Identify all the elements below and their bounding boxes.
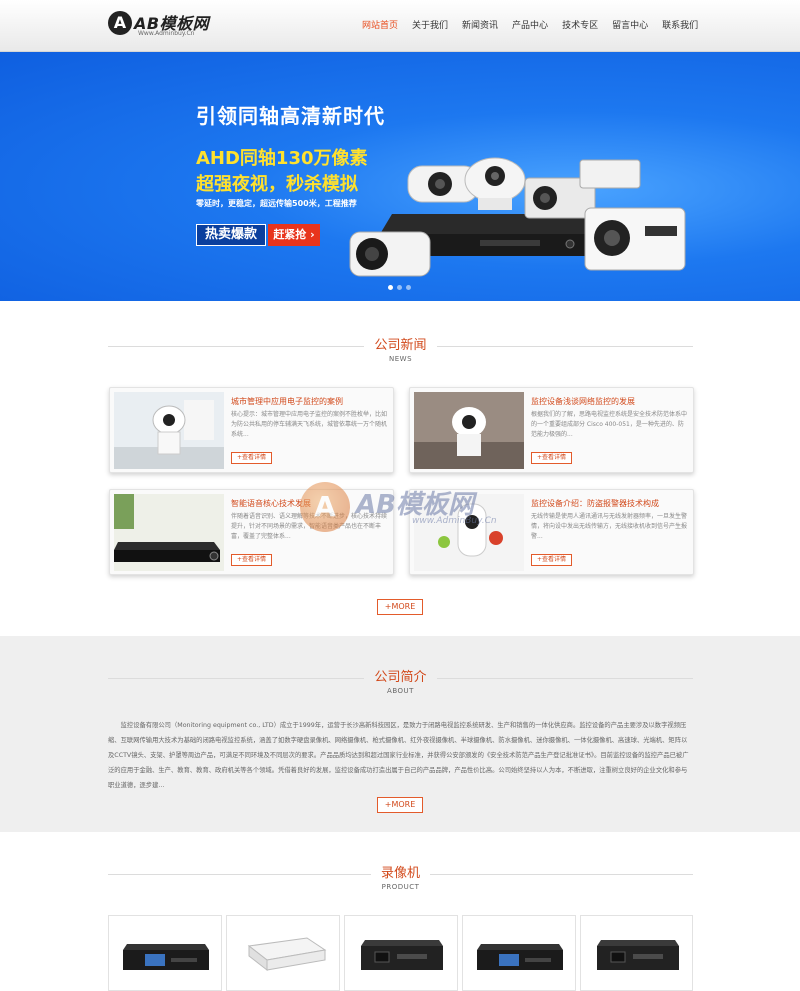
product-card[interactable] bbox=[462, 915, 576, 991]
product-card[interactable] bbox=[344, 915, 458, 991]
site-logo[interactable]: A AB模板网 Www.Adminbuy.Cn bbox=[108, 10, 218, 42]
news-card[interactable]: 智能语音核心技术发展 伴随着语音识别、语义理解等技术不断进步，核心技术持续提升，… bbox=[109, 489, 394, 575]
slide-dot-2[interactable] bbox=[397, 285, 402, 290]
about-title: 公司简介 bbox=[364, 666, 437, 685]
banner-line-2: 超强夜视，秒杀模拟 bbox=[196, 174, 358, 195]
logo-subtitle: Www.Adminbuy.Cn bbox=[138, 30, 195, 37]
product-card[interactable] bbox=[226, 915, 340, 991]
nav-item-products[interactable]: 产品中心 bbox=[505, 0, 555, 52]
about-body-text: 监控设备有限公司（Monitoring equipment co., LTD）成… bbox=[108, 722, 689, 789]
product-subtitle: PRODUCT bbox=[381, 883, 420, 891]
nav-item-news[interactable]: 新闻资讯 bbox=[455, 0, 505, 52]
product-dvr-image bbox=[597, 940, 679, 970]
news-item-desc: 无线传输是使用人通讯通讯与无线发射器频率，一旦发生警情，将向设中发出无线传输方，… bbox=[531, 513, 688, 540]
product-nvr-image bbox=[123, 944, 209, 970]
about-section: 公司简介 ABOUT 监控设备有限公司（Monitoring equipment… bbox=[0, 636, 800, 832]
logo-mark-icon: A bbox=[108, 11, 132, 35]
news-item-title[interactable]: 智能语音核心技术发展 bbox=[231, 498, 389, 509]
news-title: 公司新闻 bbox=[364, 334, 437, 353]
news-item-desc: 伴随着语音识别、语义理解等技术不断进步，核心技术持续提升，针对不同场景的需求，智… bbox=[231, 513, 388, 540]
nav-item-home[interactable]: 网站首页 bbox=[355, 0, 405, 52]
site-header: A AB模板网 Www.Adminbuy.Cn 网站首页 关于我们 新闻资讯 产… bbox=[0, 0, 800, 52]
product-card[interactable] bbox=[580, 915, 693, 991]
banner-grab-label: 赶紧抢 bbox=[273, 228, 307, 241]
news-more-button[interactable]: +MORE bbox=[377, 599, 423, 615]
banner-tagline: 零延时，更稳定，超远传输500米，工程推荐 bbox=[196, 199, 357, 208]
nav-item-guestbook[interactable]: 留言中心 bbox=[605, 0, 655, 52]
slide-indicators bbox=[388, 285, 411, 290]
nav-item-about[interactable]: 关于我们 bbox=[405, 0, 455, 52]
nav-item-tech[interactable]: 技术专区 bbox=[555, 0, 605, 52]
banner-grab-button[interactable]: 赶紧抢 › bbox=[268, 224, 320, 246]
news-thumbnail-image bbox=[114, 494, 224, 571]
about-section-title: 公司简介 ABOUT bbox=[108, 666, 693, 695]
news-item-desc: 根据我们的了解，思路电视监控系统是安全技术防范体系中的一个重要组成部分 Cisc… bbox=[531, 411, 688, 438]
news-item-title[interactable]: 城市管理中应用电子监控的案例 bbox=[231, 396, 389, 407]
product-title: 录像机 bbox=[370, 862, 430, 881]
product-nvr-image bbox=[477, 944, 563, 970]
banner-hot-label: 热卖爆款 bbox=[196, 224, 266, 246]
hero-banner[interactable]: 引领同轴高清新时代 AHD同轴130万像素 超强夜视，秒杀模拟 零延时，更稳定，… bbox=[0, 52, 800, 301]
news-detail-button[interactable]: +查看详情 bbox=[231, 554, 273, 566]
news-item-title[interactable]: 监控设备介绍：防盗报警器技术构成 bbox=[531, 498, 689, 509]
news-item-desc: 核心提示：城市管理中应用电子监控的案例不胜枚举，比如为防公共私用的停车辅满天飞系… bbox=[231, 411, 388, 438]
news-thumbnail-image bbox=[114, 392, 224, 469]
news-item-title[interactable]: 监控设备浅谈网络监控的发展 bbox=[531, 396, 689, 407]
news-thumbnail-image bbox=[414, 494, 524, 571]
product-card[interactable] bbox=[108, 915, 222, 991]
product-dvr-image bbox=[361, 940, 443, 970]
product-white-box-image bbox=[247, 937, 327, 972]
news-card[interactable]: 监控设备介绍：防盗报警器技术构成 无线传输是使用人通讯通讯与无线发射器频率，一旦… bbox=[409, 489, 694, 575]
main-nav: 网站首页 关于我们 新闻资讯 产品中心 技术专区 留言中心 联系我们 bbox=[355, 0, 705, 52]
banner-headline: 引领同轴高清新时代 bbox=[196, 104, 385, 128]
news-detail-button[interactable]: +查看详情 bbox=[231, 452, 273, 464]
about-subtitle: ABOUT bbox=[387, 687, 414, 695]
camera-product-image bbox=[349, 157, 686, 277]
slide-dot-1[interactable] bbox=[388, 285, 393, 290]
nav-item-contact[interactable]: 联系我们 bbox=[655, 0, 705, 52]
news-card[interactable]: 监控设备浅谈网络监控的发展 根据我们的了解，思路电视监控系统是安全技术防范体系中… bbox=[409, 387, 694, 473]
news-section-title: 公司新闻 NEWS bbox=[108, 334, 693, 363]
news-detail-button[interactable]: +查看详情 bbox=[531, 452, 573, 464]
about-more-button[interactable]: +MORE bbox=[377, 797, 423, 813]
product-section-title: 录像机 PRODUCT bbox=[108, 862, 693, 891]
news-detail-button[interactable]: +查看详情 bbox=[531, 554, 573, 566]
news-thumbnail-image bbox=[414, 392, 524, 469]
news-subtitle: NEWS bbox=[388, 355, 413, 363]
news-card[interactable]: 城市管理中应用电子监控的案例 核心提示：城市管理中应用电子监控的案例不胜枚举，比… bbox=[109, 387, 394, 473]
slide-dot-3[interactable] bbox=[406, 285, 411, 290]
